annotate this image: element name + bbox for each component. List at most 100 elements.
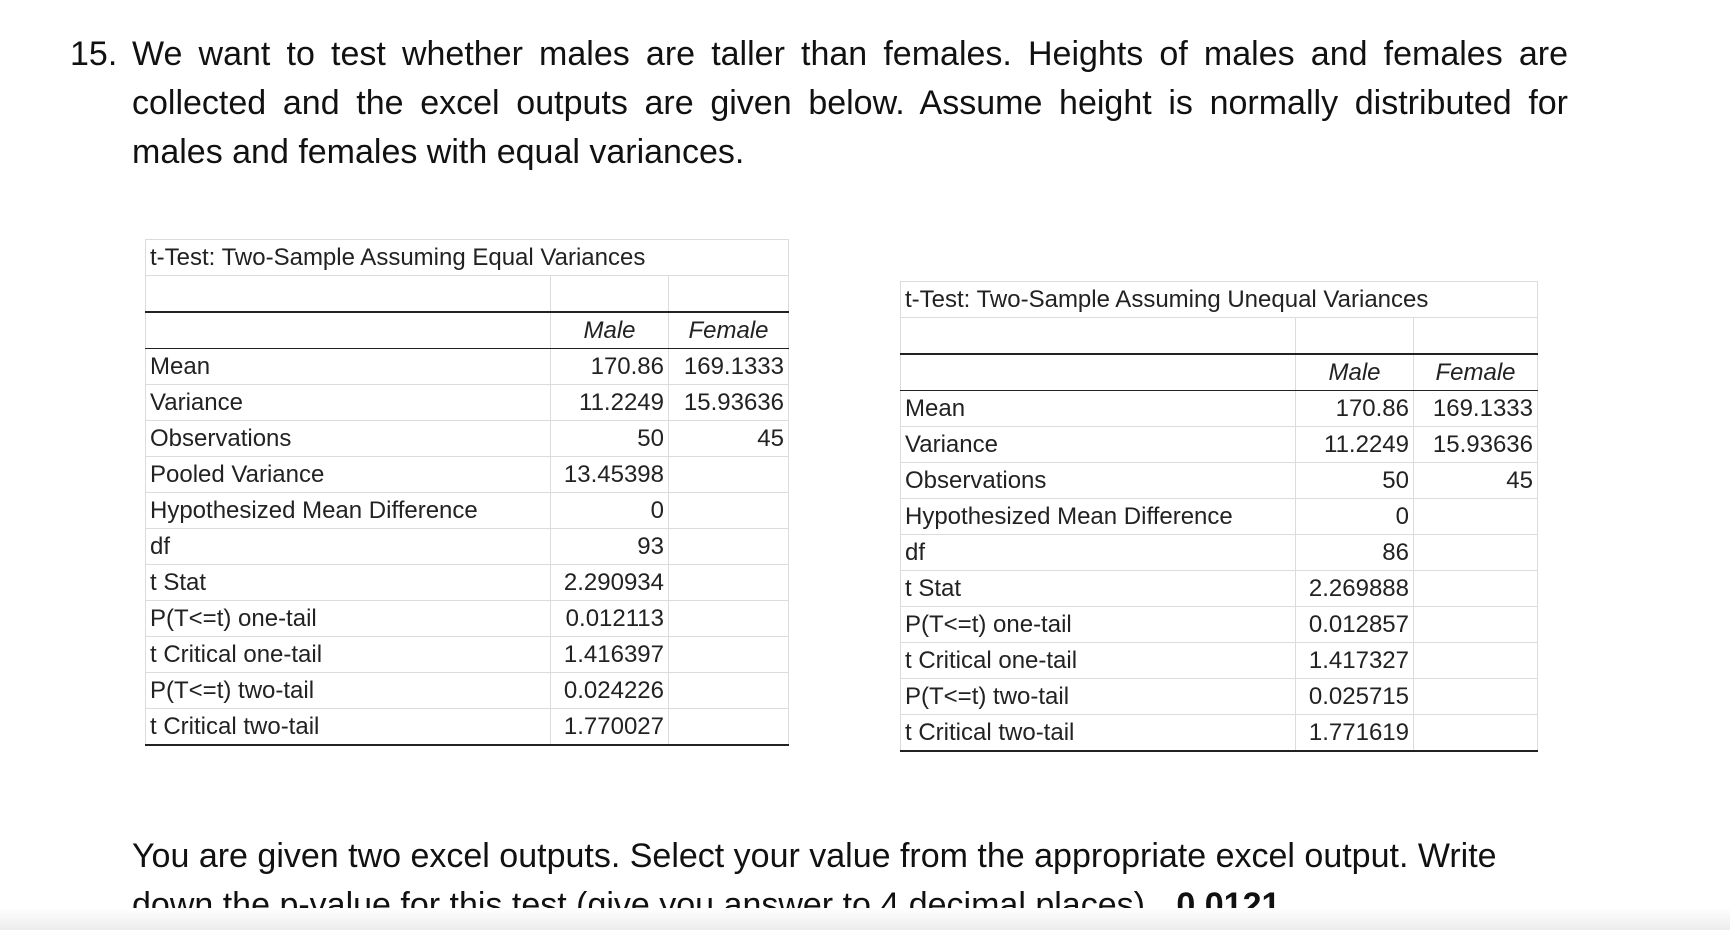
male-value: 93 [550,528,669,565]
table-row: P(T<=t) one-tail 0.012113 [145,600,789,637]
female-value [1413,642,1538,679]
equal-table-title: t-Test: Two-Sample Assuming Equal Varian… [145,239,789,276]
unequal-table-title: t-Test: Two-Sample Assuming Unequal Vari… [900,281,1538,318]
male-value: 0 [1295,498,1414,535]
blank-cell [1295,317,1414,355]
table-row: t Critical two-tail 1.770027 [145,708,789,746]
male-value: 11.2249 [1295,426,1414,463]
row-label: Variance [900,426,1296,463]
unequal-variances-table: t-Test: Two-Sample Assuming Unequal Vari… [900,281,1538,752]
row-label: Hypothesized Mean Difference [145,492,551,529]
row-label: t Critical two-tail [145,708,551,746]
female-value [1413,534,1538,571]
male-value: 0 [550,492,669,529]
female-value [668,636,789,673]
row-label: P(T<=t) one-tail [145,600,551,637]
blank-cell [145,275,551,313]
header-blank-cell [145,312,551,349]
table-row: Hypothesized Mean Difference 0 [145,492,789,529]
row-label: Mean [900,390,1296,427]
table-row: t Critical two-tail 1.771619 [900,714,1538,752]
table-row: Variance 11.2249 15.93636 [900,426,1538,463]
male-value: 1.770027 [550,708,669,746]
page-bottom-shadow [0,908,1730,930]
table-row: Hypothesized Mean Difference 0 [900,498,1538,535]
female-value: 15.93636 [1413,426,1538,463]
row-label: t Stat [145,564,551,601]
female-value [1413,606,1538,643]
male-value: 2.269888 [1295,570,1414,607]
row-label: t Critical one-tail [145,636,551,673]
male-value: 1.417327 [1295,642,1414,679]
table-row: Variance 11.2249 15.93636 [145,384,789,421]
column-header-male: Male [1295,354,1414,391]
table-row: Observations 50 45 [145,420,789,457]
table-row: df 86 [900,534,1538,571]
row-label: Observations [145,420,551,457]
male-value: 170.86 [1295,390,1414,427]
row-label: df [900,534,1296,571]
female-value: 45 [1413,462,1538,499]
table-row: t Stat 2.290934 [145,564,789,601]
male-value: 1.416397 [550,636,669,673]
header-blank-cell [900,354,1296,391]
male-value: 0.025715 [1295,678,1414,715]
row-label: P(T<=t) two-tail [900,678,1296,715]
row-label: Observations [900,462,1296,499]
question-text: We want to test whether males are taller… [132,35,1568,171]
equal-variances-table: t-Test: Two-Sample Assuming Equal Varian… [145,239,789,746]
female-value [1413,570,1538,607]
row-label: P(T<=t) two-tail [145,672,551,709]
table-row: t Stat 2.269888 [900,570,1538,607]
table-row: Observations 50 45 [900,462,1538,499]
table-row: Mean 170.86 169.1333 [145,348,789,385]
row-label: Mean [145,348,551,385]
blank-cell [550,275,669,313]
blank-cell [1413,317,1538,355]
row-label: t Critical one-tail [900,642,1296,679]
table-row: P(T<=t) one-tail 0.012857 [900,606,1538,643]
column-header-female: Female [668,312,789,349]
female-value: 45 [668,420,789,457]
female-value [1413,498,1538,535]
table-row: P(T<=t) two-tail 0.025715 [900,678,1538,715]
female-value [668,564,789,601]
row-label: Hypothesized Mean Difference [900,498,1296,535]
male-value: 170.86 [550,348,669,385]
table-row: t Critical one-tail 1.417327 [900,642,1538,679]
male-value: 0.024226 [550,672,669,709]
female-value [668,456,789,493]
female-value [668,492,789,529]
male-value: 11.2249 [550,384,669,421]
female-value [668,708,789,746]
male-value: 50 [550,420,669,457]
female-value: 15.93636 [668,384,789,421]
male-value: 86 [1295,534,1414,571]
row-label: t Critical two-tail [900,714,1296,752]
table-row: Mean 170.86 169.1333 [900,390,1538,427]
male-value: 13.45398 [550,456,669,493]
blank-cell [900,317,1296,355]
question-number: 15. [70,35,118,73]
table-row: t Critical one-tail 1.416397 [145,636,789,673]
male-value: 50 [1295,462,1414,499]
row-label: Pooled Variance [145,456,551,493]
female-value [1413,678,1538,715]
table-row: df 93 [145,528,789,565]
row-label: df [145,528,551,565]
question-block: 15. We want to test whether males are ta… [70,30,1570,177]
female-value: 169.1333 [1413,390,1538,427]
female-value [1413,714,1538,752]
column-header-female: Female [1413,354,1538,391]
female-value [668,672,789,709]
female-value: 169.1333 [668,348,789,385]
female-value [668,600,789,637]
male-value: 2.290934 [550,564,669,601]
table-row: P(T<=t) two-tail 0.024226 [145,672,789,709]
row-label: P(T<=t) one-tail [900,606,1296,643]
female-value [668,528,789,565]
male-value: 0.012113 [550,600,669,637]
male-value: 1.771619 [1295,714,1414,752]
row-label: t Stat [900,570,1296,607]
row-label: Variance [145,384,551,421]
